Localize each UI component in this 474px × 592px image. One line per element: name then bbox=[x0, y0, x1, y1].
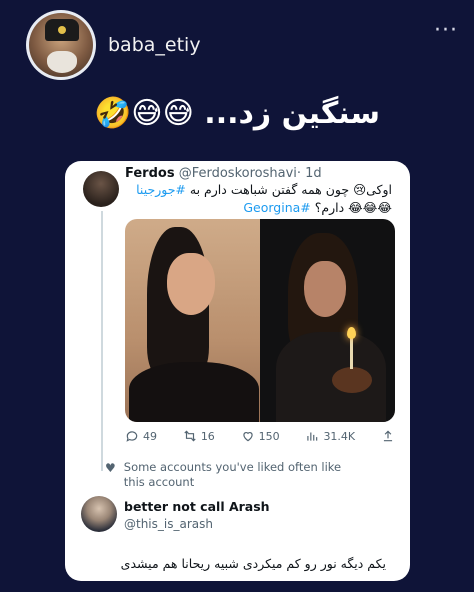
share-icon bbox=[383, 430, 393, 442]
views-count: 31.4K bbox=[323, 429, 356, 443]
reply-action[interactable]: 49 bbox=[125, 429, 157, 443]
tweet-media[interactable] bbox=[125, 219, 395, 422]
share-action[interactable] bbox=[381, 429, 395, 443]
avatar-hat bbox=[45, 19, 79, 41]
tweet-author-handle[interactable]: @Ferdoskoroshavi bbox=[179, 166, 297, 181]
avatar-photo bbox=[29, 13, 93, 77]
media-photo-right[interactable] bbox=[260, 219, 395, 422]
media-photo-left[interactable] bbox=[125, 219, 260, 422]
liked-heart-icon: ♥ bbox=[105, 461, 116, 475]
story-header: baba_etiy bbox=[26, 10, 201, 80]
like-count: 150 bbox=[258, 429, 280, 443]
tweet-author-avatar[interactable] bbox=[83, 171, 119, 207]
photo-flame bbox=[347, 327, 356, 339]
tweet-time: · 1d bbox=[296, 166, 322, 181]
tweet-author-name[interactable]: Ferdos bbox=[125, 166, 175, 181]
photo-candle bbox=[350, 337, 353, 369]
photo-dress bbox=[129, 362, 259, 422]
tweet-actions: 49 16 150 31.4K bbox=[125, 429, 395, 443]
liked-notice: ♥ Some accounts you've liked often like … bbox=[105, 460, 365, 490]
photo-cake bbox=[332, 367, 372, 393]
hashtag-link-2[interactable]: #Georgina bbox=[243, 200, 310, 215]
tweet-text-line2: 😂😂😂 دارم؟ bbox=[314, 200, 392, 215]
reply-author-name[interactable]: better not call Arash bbox=[124, 499, 270, 514]
avatar-beard bbox=[47, 51, 77, 73]
tweet-text: اوکی😢 چون همه گفتن شباهت دارم به #جورجین… bbox=[132, 181, 392, 217]
tweet-header: Ferdos @Ferdoskoroshavi· 1d bbox=[125, 166, 322, 181]
reply-icon bbox=[126, 431, 138, 442]
hashtag-link-1[interactable]: #جورجینا bbox=[136, 182, 186, 197]
tweet-card: Ferdos @Ferdoskoroshavi· 1d اوکی😢 چون هم… bbox=[65, 161, 410, 581]
retweet-icon bbox=[184, 430, 196, 442]
reply-text: یکم دیگه نور رو کم میکردی شبیه ریحانا هم… bbox=[120, 556, 386, 571]
retweet-count: 16 bbox=[200, 429, 215, 443]
photo-face bbox=[304, 261, 346, 317]
tweet-text-line1: اوکی😢 چون همه گفتن شباهت دارم به bbox=[185, 182, 392, 197]
views-icon bbox=[307, 432, 318, 441]
story-caption: سنگین زد... 😅😅🤣 bbox=[93, 96, 381, 131]
reply-author-handle[interactable]: @this_is_arash bbox=[124, 517, 213, 531]
retweet-action[interactable]: 16 bbox=[183, 429, 215, 443]
profile-avatar[interactable] bbox=[26, 10, 96, 80]
photo-face bbox=[167, 253, 215, 315]
reply-count: 49 bbox=[143, 429, 157, 443]
thread-line bbox=[101, 211, 103, 471]
views-action[interactable]: 31.4K bbox=[305, 429, 355, 443]
liked-notice-text: Some accounts you've liked often like th… bbox=[123, 460, 342, 489]
more-options-icon[interactable]: ··· bbox=[434, 18, 458, 43]
reply-author-avatar[interactable] bbox=[81, 496, 117, 532]
username[interactable]: baba_etiy bbox=[108, 34, 201, 56]
like-action[interactable]: 150 bbox=[241, 429, 280, 443]
heart-icon bbox=[242, 432, 253, 442]
